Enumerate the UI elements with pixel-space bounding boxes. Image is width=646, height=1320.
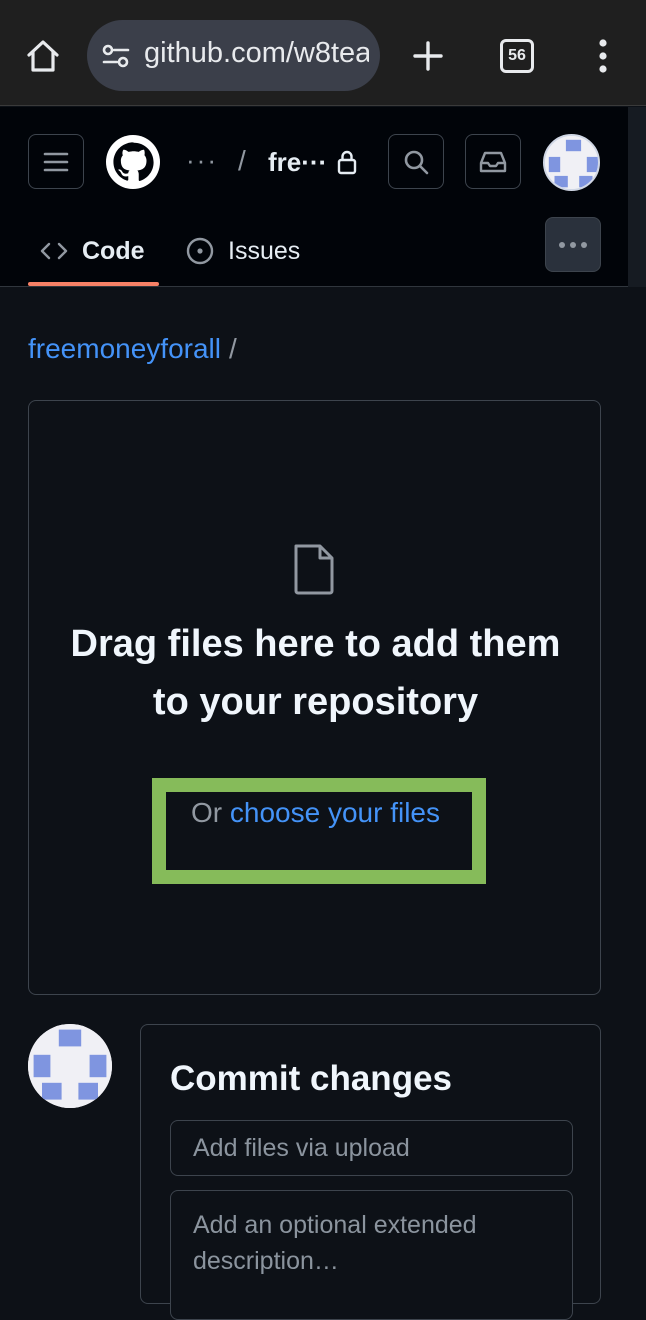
hamburger-icon bbox=[43, 152, 69, 171]
address-bar[interactable]: github.com/w8team bbox=[87, 20, 380, 91]
lock-icon bbox=[337, 150, 357, 175]
search-button[interactable] bbox=[388, 134, 444, 189]
tab-issues-label: Issues bbox=[228, 236, 301, 265]
dropzone-title: Drag files here to add them to your repo… bbox=[70, 623, 561, 723]
breadcrumb-repo[interactable]: fre··· bbox=[268, 147, 327, 178]
github-header: ··· / fre··· Code Issues bbox=[0, 107, 628, 287]
active-tab-underline bbox=[28, 282, 159, 286]
file-icon bbox=[294, 544, 334, 595]
user-avatar[interactable] bbox=[543, 134, 600, 191]
github-logo-icon[interactable] bbox=[106, 135, 160, 189]
new-tab-icon[interactable] bbox=[405, 33, 451, 79]
commit-summary-input[interactable] bbox=[170, 1120, 573, 1176]
kebab-horizontal-icon bbox=[559, 241, 587, 248]
upload-path: freemoneyforall / bbox=[28, 333, 237, 365]
tab-switcher-button[interactable]: 56 bbox=[500, 39, 534, 73]
issue-opened-icon bbox=[186, 237, 214, 265]
code-icon bbox=[40, 242, 68, 260]
highlight-box bbox=[152, 778, 486, 884]
breadcrumb-overflow[interactable]: ··· bbox=[186, 145, 218, 176]
commit-description-input[interactable] bbox=[170, 1190, 573, 1320]
commit-title: Commit changes bbox=[170, 1059, 452, 1098]
url-text[interactable]: github.com/w8team bbox=[144, 37, 369, 70]
home-icon[interactable] bbox=[20, 33, 66, 79]
site-settings-icon[interactable] bbox=[101, 42, 131, 70]
inbox-icon bbox=[479, 151, 507, 172]
inbox-button[interactable] bbox=[465, 134, 521, 189]
path-separator: / bbox=[228, 333, 237, 364]
tab-code-label: Code bbox=[82, 236, 145, 265]
more-tabs-button[interactable] bbox=[545, 217, 601, 272]
tab-issues[interactable]: Issues bbox=[186, 217, 300, 285]
tab-code[interactable]: Code bbox=[28, 217, 159, 286]
repo-owner-link[interactable]: freemoneyforall bbox=[28, 333, 221, 364]
breadcrumb-separator: / bbox=[238, 145, 246, 176]
file-dropzone[interactable]: Drag files here to add them to your repo… bbox=[28, 400, 601, 995]
search-icon bbox=[404, 150, 429, 174]
more-vert-icon[interactable] bbox=[590, 35, 616, 77]
header-edge bbox=[628, 107, 646, 287]
hamburger-menu-button[interactable] bbox=[28, 134, 84, 189]
browser-toolbar: github.com/w8team 56 bbox=[0, 0, 646, 106]
commit-changes-panel: Commit changes bbox=[140, 1024, 601, 1320]
commit-avatar bbox=[28, 1024, 112, 1108]
